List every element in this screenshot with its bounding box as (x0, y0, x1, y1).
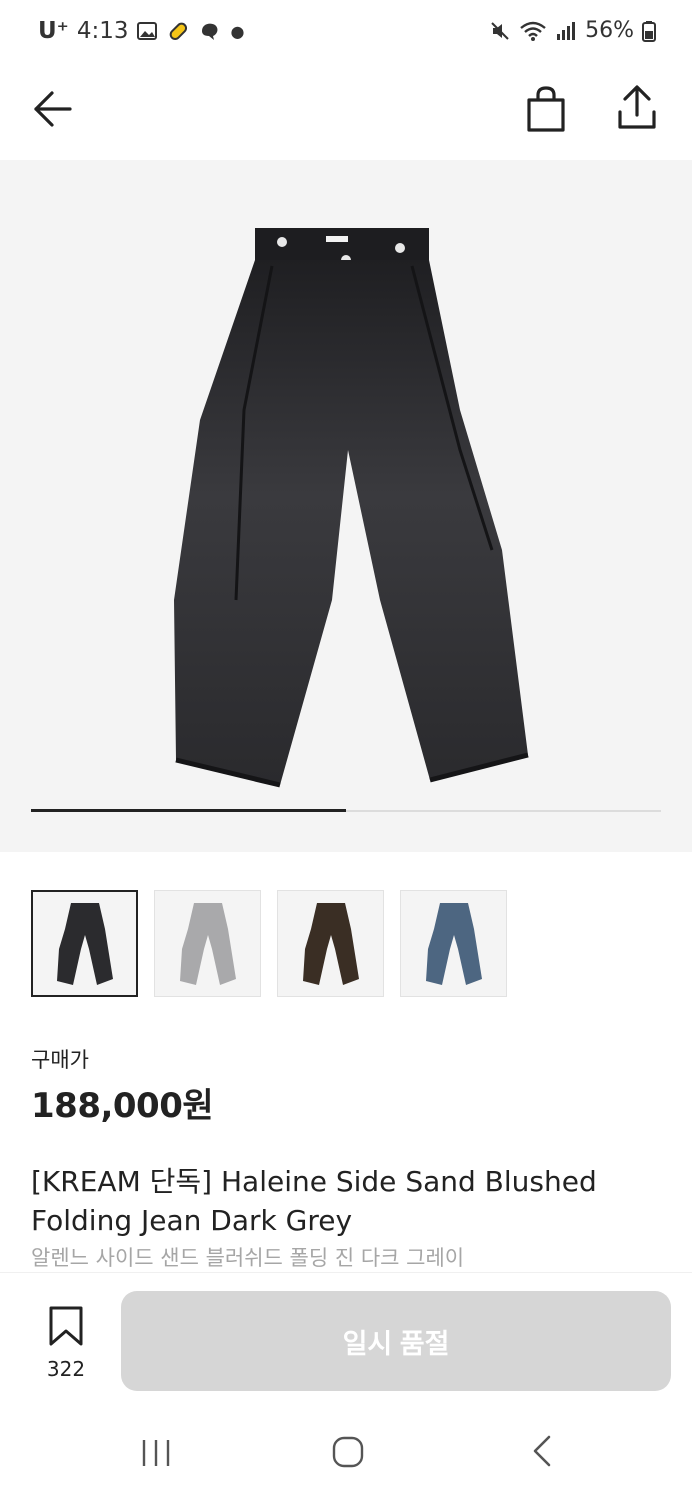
bookmark-button[interactable]: 322 (36, 1305, 96, 1381)
clock: 4:13 (76, 18, 129, 44)
thumbnail-jeans-image (56, 902, 113, 985)
product-title: [KREAM 단독] Haleine Side Sand Blushed Fol… (31, 1165, 597, 1237)
battery-icon (642, 20, 656, 42)
product-image (174, 228, 529, 788)
product-subtitle: 알렌느 사이드 샌드 블러쉬드 폴딩 진 다크 그레이 (31, 1246, 465, 1270)
price-label: 구매가 (31, 1048, 89, 1072)
share-icon[interactable] (612, 82, 662, 134)
carousel-progress (31, 809, 661, 812)
system-navigation-bar (0, 1404, 692, 1500)
battery-percent: 56% (585, 18, 634, 43)
thumbnail-1[interactable] (31, 890, 138, 997)
status-right: 56% (489, 18, 656, 43)
thumbnail-strip (31, 890, 507, 997)
soldout-button[interactable]: 일시 품절 (121, 1291, 671, 1391)
recent-apps-icon[interactable] (140, 1438, 172, 1468)
thumbnail-3[interactable] (277, 890, 384, 997)
carrier-label: U⁺ (38, 18, 69, 44)
system-back-icon[interactable] (530, 1434, 554, 1468)
home-icon[interactable] (332, 1436, 364, 1468)
price-amount: 188,000원 (31, 1086, 214, 1126)
top-app-bar (0, 66, 692, 160)
status-bar: U⁺ 4:13 ● 56% (0, 0, 692, 66)
wifi-icon (520, 21, 546, 41)
thumbnail-jeans-image (302, 902, 359, 985)
carousel-progress-fill (31, 809, 346, 812)
gallery-icon (137, 22, 158, 40)
back-arrow-icon[interactable] (28, 86, 78, 132)
bottom-action-bar: 322 일시 품절 (0, 1272, 692, 1404)
bookmark-icon (49, 1306, 83, 1346)
app-icon (202, 23, 218, 40)
pill-icon (170, 22, 188, 41)
thumbnail-4[interactable] (400, 890, 507, 997)
thumbnail-jeans-image (425, 902, 482, 985)
thumbnail-jeans-image (179, 902, 236, 985)
status-left: U⁺ 4:13 ● (38, 18, 244, 44)
shopping-bag-icon[interactable] (522, 84, 570, 134)
mute-icon (491, 21, 509, 40)
thumbnail-2[interactable] (154, 890, 261, 997)
product-image-carousel[interactable] (0, 160, 692, 852)
dot-icon: ● (230, 21, 245, 41)
bookmark-count: 322 (46, 1357, 86, 1381)
signal-icon (557, 21, 576, 40)
